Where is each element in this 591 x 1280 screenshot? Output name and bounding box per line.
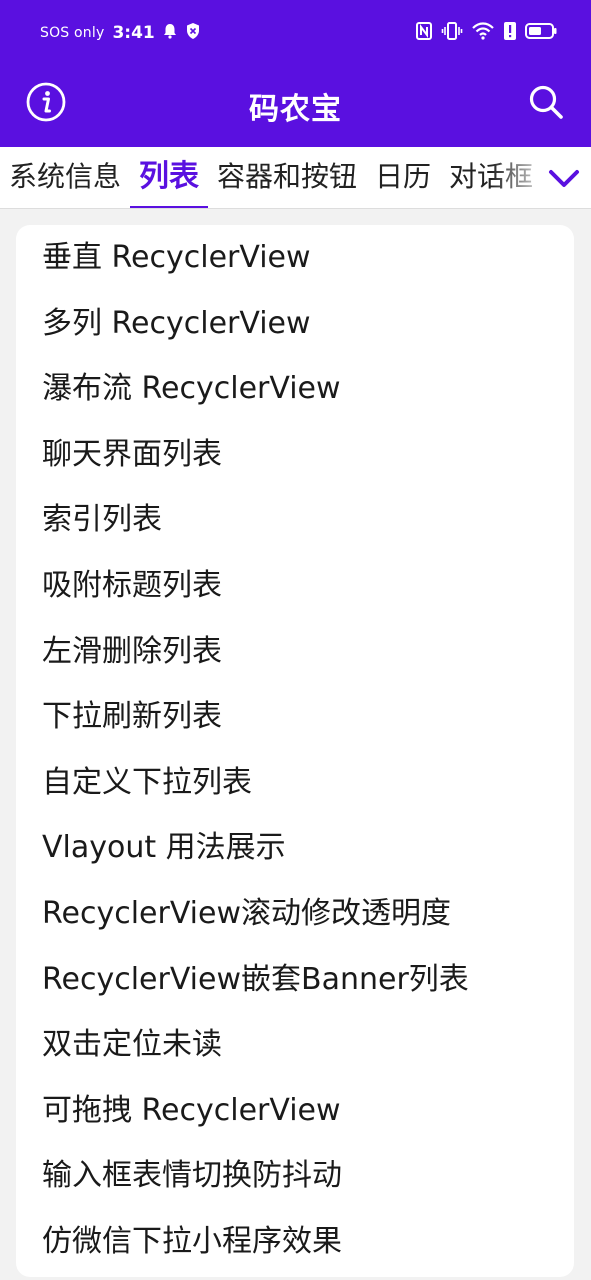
network-status: SOS only [40,25,105,41]
clock: 3:41 [112,23,155,43]
list-item-chat-list[interactable]: 聊天界面列表 [16,422,574,488]
tab-list[interactable]: 列表 [130,147,209,208]
list-item-index-list[interactable]: 索引列表 [16,487,574,553]
search-icon [529,85,563,119]
battery-icon [525,22,557,44]
chevron-down-icon [549,170,579,187]
expand-tabs-button[interactable] [546,161,582,197]
list-item-sticky-header[interactable]: 吸附标题列表 [16,553,574,619]
list-item-nested-banner[interactable]: RecyclerView嵌套Banner列表 [16,947,574,1013]
app-header: SOS only 3:41 码农宝 [0,0,591,147]
list-item-custom-pull[interactable]: 自定义下拉列表 [16,750,574,816]
alert-icon [503,21,517,45]
status-left: SOS only 3:41 [40,20,201,46]
list-card: 垂直 RecyclerView 多列 RecyclerView 瀑布流 Recy… [16,225,574,1277]
tab-system-info[interactable]: 系统信息 [0,147,130,208]
list-item-draggable[interactable]: 可拖拽 RecyclerView [16,1078,574,1144]
list-item-emoji-switch[interactable]: 输入框表情切换防抖动 [16,1143,574,1209]
list-item-multi-column[interactable]: 多列 RecyclerView [16,291,574,357]
title-bar: 码农宝 [0,66,591,147]
tab-bar: 系统信息 列表 容器和按钮 日历 对话框 动 [0,147,591,209]
page-title: 码农宝 [249,92,342,127]
nfc-icon [415,21,433,45]
list-item-vlayout[interactable]: Vlayout 用法展示 [16,815,574,881]
list-item-double-tap-unread[interactable]: 双击定位未读 [16,1012,574,1078]
list-item-swipe-delete[interactable]: 左滑删除列表 [16,619,574,685]
list-item-scroll-alpha[interactable]: RecyclerView滚动修改透明度 [16,881,574,947]
tab-containers-buttons[interactable]: 容器和按钮 [208,147,366,208]
tab-calendar[interactable]: 日历 [366,147,440,208]
list-item-waterfall[interactable]: 瀑布流 RecyclerView [16,356,574,422]
bell-icon [161,22,179,44]
list-item-pull-refresh[interactable]: 下拉刷新列表 [16,684,574,750]
list-item-vertical-recyclerview[interactable]: 垂直 RecyclerView [16,225,574,291]
search-button[interactable] [526,82,566,122]
list-item-wechat-miniprogram[interactable]: 仿微信下拉小程序效果 [16,1209,574,1275]
wifi-icon [471,21,495,45]
vibrate-icon [441,21,463,45]
status-right [415,20,557,46]
shield-icon [185,22,201,44]
status-bar: SOS only 3:41 [0,0,591,66]
